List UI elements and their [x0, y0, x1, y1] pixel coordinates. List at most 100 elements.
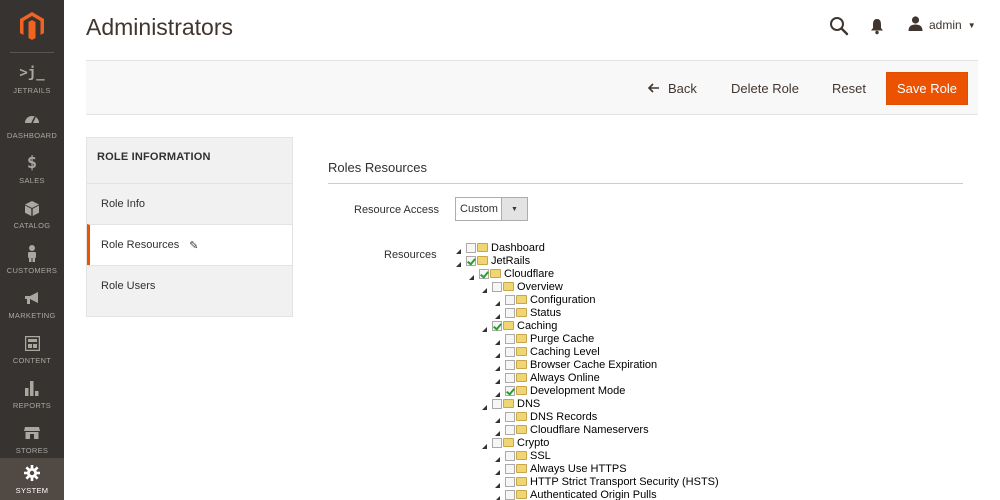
nav-label: CATALOG	[13, 221, 51, 230]
tree-node: Always Use HTTPS	[456, 462, 976, 475]
tree-checkbox[interactable]	[466, 255, 476, 266]
tree-node-label[interactable]: Dashboard	[491, 242, 545, 254]
tree-toggle-icon[interactable]	[495, 479, 500, 488]
tree-checkbox[interactable]	[492, 320, 502, 331]
tree-checkbox[interactable]	[505, 424, 515, 435]
tree-node-label[interactable]: Development Mode	[530, 385, 625, 397]
tree-node-label[interactable]: Purge Cache	[530, 333, 594, 345]
tree-toggle-icon[interactable]	[495, 388, 500, 397]
tree-node-label[interactable]: HTTP Strict Transport Security (HSTS)	[530, 476, 719, 488]
nav-system[interactable]: SYSTEM	[0, 458, 64, 500]
tree-checkbox[interactable]	[505, 294, 515, 305]
back-button[interactable]: Back	[647, 72, 697, 105]
tree-node: Browser Cache Expiration	[456, 358, 976, 371]
chevron-down-icon: ▼	[501, 198, 527, 220]
chevron-down-icon: ▼	[967, 20, 976, 30]
tree-node-label[interactable]: Crypto	[517, 437, 549, 449]
tree-toggle-icon[interactable]	[456, 245, 461, 254]
tree-toggle-icon[interactable]	[495, 375, 500, 384]
megaphone-icon	[24, 289, 40, 307]
tree-toggle-icon[interactable]	[495, 453, 500, 462]
tree-node-label[interactable]: Status	[530, 307, 561, 319]
arrow-left-icon	[647, 81, 660, 96]
tree-toggle-icon[interactable]	[495, 336, 500, 345]
tree-checkbox[interactable]	[466, 242, 476, 253]
tree-checkbox[interactable]	[505, 463, 515, 474]
catalog-icon	[25, 199, 39, 217]
tree-node-label[interactable]: DNS Records	[530, 411, 597, 423]
nav-jetrails[interactable]: >j_ JETRAILS	[0, 58, 64, 103]
nav-reports[interactable]: REPORTS	[0, 373, 64, 418]
tree-node-label[interactable]: Overview	[517, 281, 563, 293]
pencil-icon: ✎	[189, 239, 199, 252]
page-actions-bar: Back Delete Role Reset Save Role	[86, 60, 978, 115]
tree-toggle-icon[interactable]	[482, 440, 487, 449]
delete-role-button[interactable]: Delete Role	[731, 72, 799, 105]
folder-icon	[503, 282, 514, 291]
tree-toggle-icon[interactable]	[495, 310, 500, 319]
tree-toggle-icon[interactable]	[495, 492, 500, 500]
tab-role-info[interactable]: Role Info	[87, 183, 292, 224]
tree-toggle-icon[interactable]	[469, 271, 474, 280]
nav-sales[interactable]: $ SALES	[0, 148, 64, 193]
tree-toggle-icon[interactable]	[495, 414, 500, 423]
tree-node-label[interactable]: SSL	[530, 450, 551, 462]
section-divider	[328, 183, 963, 184]
folder-icon	[503, 321, 514, 330]
resource-access-select[interactable]: Custom ▼	[455, 197, 528, 221]
select-value: Custom	[460, 203, 498, 215]
tree-node-label[interactable]: DNS	[517, 398, 540, 410]
tree-node-label[interactable]: Authenticated Origin Pulls	[530, 489, 657, 500]
user-menu[interactable]: admin ▼	[908, 16, 976, 34]
tree-node-label[interactable]: JetRails	[491, 255, 530, 267]
tree-toggle-icon[interactable]	[495, 466, 500, 475]
tree-checkbox[interactable]	[505, 489, 515, 500]
tree-checkbox[interactable]	[492, 437, 502, 448]
tree-toggle-icon[interactable]	[495, 349, 500, 358]
folder-icon	[503, 438, 514, 447]
tree-checkbox[interactable]	[479, 268, 489, 279]
tree-node-label[interactable]: Cloudflare	[504, 268, 554, 280]
nav-stores[interactable]: STORES	[0, 418, 64, 463]
magento-logo[interactable]	[0, 0, 64, 52]
tree-checkbox[interactable]	[505, 385, 515, 396]
tree-toggle-icon[interactable]	[482, 323, 487, 332]
tree-node-label[interactable]: Always Use HTTPS	[530, 463, 627, 475]
tree-checkbox[interactable]	[505, 307, 515, 318]
tree-node-label[interactable]: Always Online	[530, 372, 600, 384]
tree-checkbox[interactable]	[505, 411, 515, 422]
nav-catalog[interactable]: CATALOG	[0, 193, 64, 238]
tab-role-users[interactable]: Role Users	[87, 265, 292, 306]
tree-checkbox[interactable]	[505, 333, 515, 344]
nav-dashboard[interactable]: DASHBOARD	[0, 103, 64, 148]
folder-icon	[516, 347, 527, 356]
search-icon[interactable]	[829, 16, 849, 36]
tree-checkbox[interactable]	[492, 281, 502, 292]
tree-node-label[interactable]: Configuration	[530, 294, 595, 306]
tree-toggle-icon[interactable]	[495, 427, 500, 436]
tree-checkbox[interactable]	[505, 359, 515, 370]
tree-toggle-icon[interactable]	[495, 297, 500, 306]
tree-checkbox[interactable]	[505, 476, 515, 487]
tree-toggle-icon[interactable]	[482, 401, 487, 410]
tree-checkbox[interactable]	[505, 346, 515, 357]
bell-icon[interactable]	[870, 17, 884, 35]
tree-node: JetRails	[456, 254, 976, 267]
tree-node-label[interactable]: Caching Level	[530, 346, 600, 358]
nav-marketing[interactable]: MARKETING	[0, 283, 64, 328]
tree-toggle-icon[interactable]	[495, 362, 500, 371]
nav-content[interactable]: CONTENT	[0, 328, 64, 373]
tree-toggle-icon[interactable]	[482, 284, 487, 293]
save-role-button[interactable]: Save Role	[886, 72, 968, 105]
tree-node: Overview	[456, 280, 976, 293]
tree-checkbox[interactable]	[505, 450, 515, 461]
tree-checkbox[interactable]	[492, 398, 502, 409]
tab-role-resources[interactable]: Role Resources ✎	[87, 224, 292, 265]
tree-checkbox[interactable]	[505, 372, 515, 383]
tree-node-label[interactable]: Cloudflare Nameservers	[530, 424, 649, 436]
tree-toggle-icon[interactable]	[456, 258, 461, 267]
nav-customers[interactable]: CUSTOMERS	[0, 238, 64, 283]
tree-node-label[interactable]: Browser Cache Expiration	[530, 359, 657, 371]
reset-button[interactable]: Reset	[832, 72, 866, 105]
tree-node-label[interactable]: Caching	[517, 320, 557, 332]
